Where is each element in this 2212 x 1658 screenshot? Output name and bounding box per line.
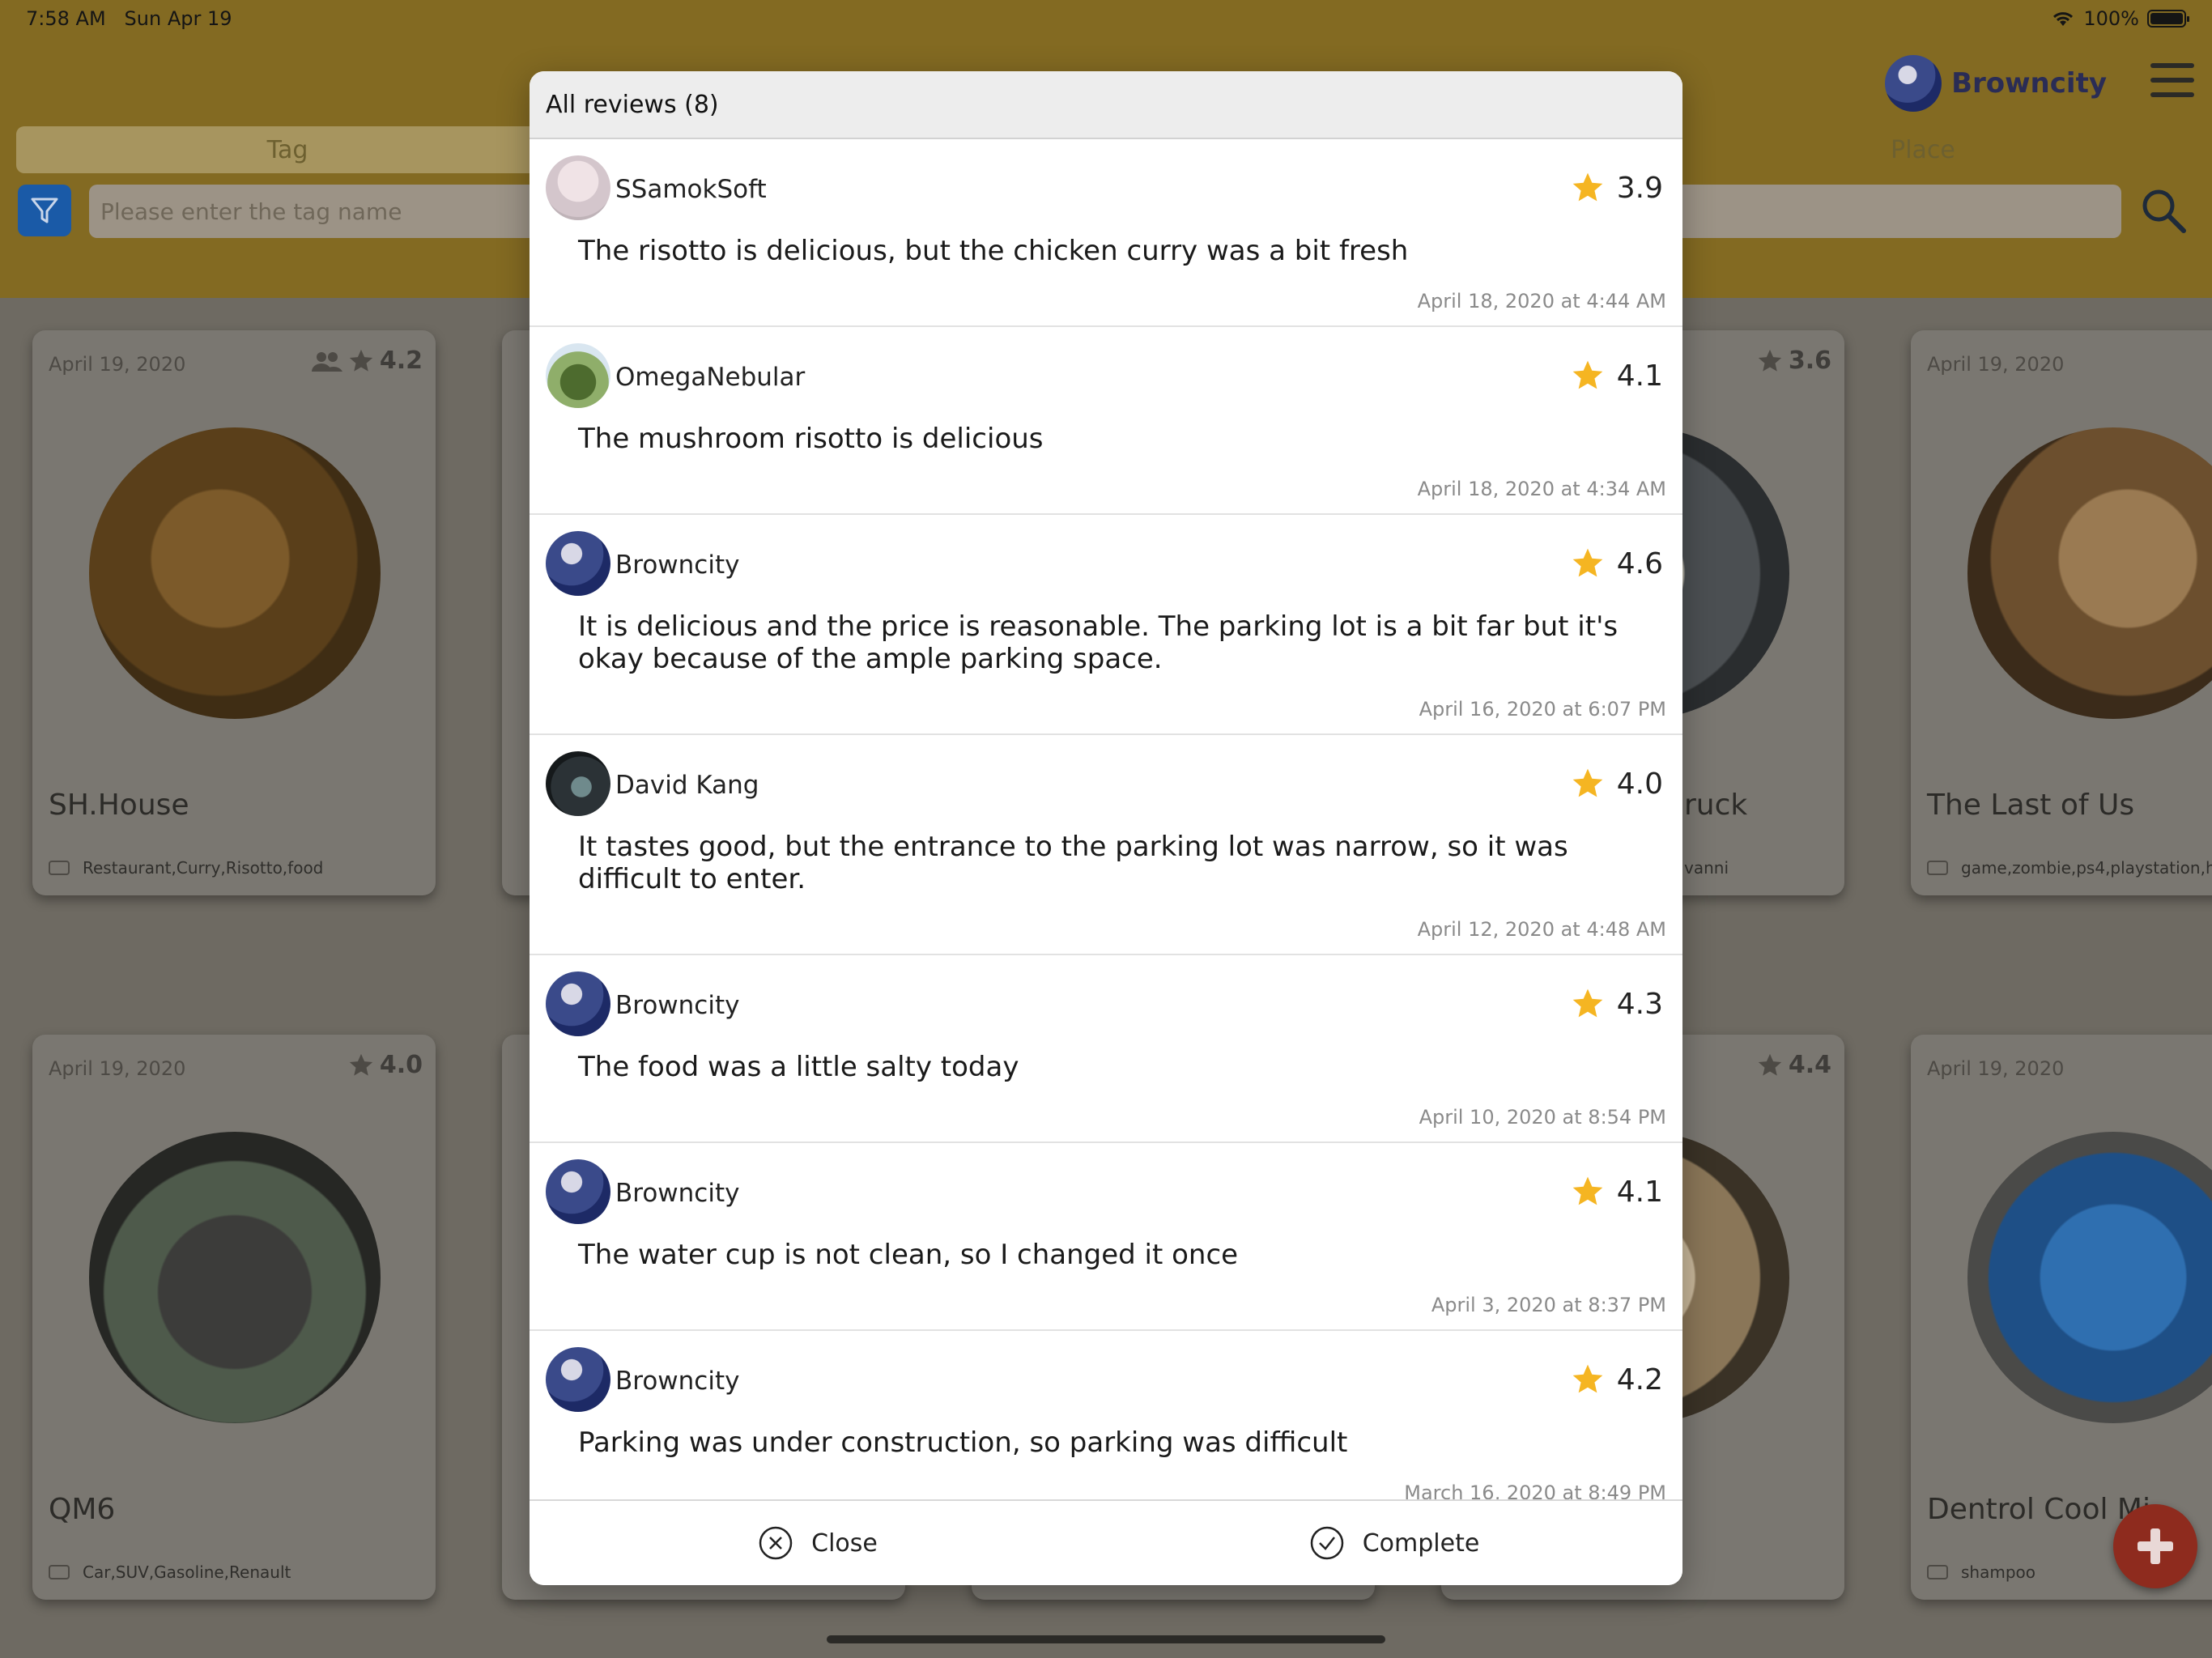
filter-icon xyxy=(31,198,58,223)
star-icon xyxy=(1572,1364,1603,1393)
avatar xyxy=(1885,55,1942,112)
star-icon xyxy=(349,349,373,372)
status-bar: 7:58 AM Sun Apr 19 100% xyxy=(0,0,2212,39)
avatar xyxy=(546,155,610,220)
filter-button[interactable] xyxy=(18,185,71,236)
star-icon xyxy=(1572,172,1603,202)
review-text: The food was a little salty today xyxy=(578,1051,1019,1083)
review-date: April 18, 2020 at 4:44 AM xyxy=(1417,290,1666,312)
star-icon xyxy=(1758,1053,1782,1076)
review-date: April 18, 2020 at 4:34 AM xyxy=(1417,478,1666,500)
close-circle-icon xyxy=(759,1526,793,1560)
complete-button[interactable]: Complete xyxy=(1106,1501,1682,1585)
user-profile[interactable]: Browncity xyxy=(1885,55,2107,112)
battery-percent: 100% xyxy=(2083,7,2139,30)
review-text: It tastes good, but the entrance to the … xyxy=(578,831,1568,895)
review-user: David Kang xyxy=(615,771,759,800)
dialog-footer: Close Complete xyxy=(530,1499,1682,1585)
segment-place[interactable]: Place xyxy=(1619,126,2212,173)
review-text: It is delicious and the price is reasona… xyxy=(578,610,1619,675)
tag-icon xyxy=(1927,1565,1948,1579)
review-user: Browncity xyxy=(615,551,740,580)
avatar xyxy=(546,971,610,1036)
star-icon xyxy=(349,1053,373,1076)
review-date: April 3, 2020 at 8:37 PM xyxy=(1431,1294,1666,1316)
battery-icon xyxy=(2147,10,2189,28)
review-rating: 3.9 xyxy=(1616,171,1663,205)
review-user: SSamokSoft xyxy=(615,175,767,204)
item-card[interactable]: April 19, 2020 The Last of Us game,zombi… xyxy=(1911,330,2212,895)
add-button[interactable] xyxy=(2113,1504,2197,1588)
review-date: April 12, 2020 at 4:48 AM xyxy=(1417,918,1666,941)
wifi-icon xyxy=(2053,12,2074,26)
review-item: Browncity 4.3 The food was a little salt… xyxy=(530,955,1682,1143)
home-indicator xyxy=(827,1635,1385,1643)
review-text: The risotto is delicious, but the chicke… xyxy=(578,235,1409,267)
review-rating: 4.2 xyxy=(1616,1363,1663,1397)
review-rating: 4.1 xyxy=(1616,1175,1663,1209)
close-label: Close xyxy=(811,1528,878,1558)
people-icon xyxy=(311,351,342,372)
item-card[interactable]: April 19, 2020 4.0 QM6 Car,SUV,Gasoline,… xyxy=(32,1035,436,1600)
tag-icon xyxy=(49,861,70,875)
review-rating: 4.0 xyxy=(1616,767,1663,801)
star-icon xyxy=(1758,349,1782,372)
review-item: Browncity 4.6 It is delicious and the pr… xyxy=(530,515,1682,735)
item-card[interactable]: April 19, 2020 4.2 SH.House Restaurant,C… xyxy=(32,330,436,895)
card-image xyxy=(1967,427,2212,719)
review-item: OmegaNebular 4.1 The mushroom risotto is… xyxy=(530,327,1682,515)
segment-tag[interactable]: Tag xyxy=(16,126,559,173)
review-rating: 4.6 xyxy=(1616,546,1663,580)
review-text: The mushroom risotto is delicious xyxy=(578,423,1044,455)
star-icon xyxy=(1572,360,1603,389)
review-item: Browncity 4.1 The water cup is not clean… xyxy=(530,1143,1682,1331)
star-icon xyxy=(1572,768,1603,797)
check-circle-icon xyxy=(1310,1526,1343,1560)
review-text: Parking was under construction, so parki… xyxy=(578,1426,1348,1459)
card-image xyxy=(89,427,381,719)
review-user: OmegaNebular xyxy=(615,363,806,392)
close-button[interactable]: Close xyxy=(530,1501,1106,1585)
review-user: Browncity xyxy=(615,991,740,1020)
search-placeholder: Please enter the tag name xyxy=(100,198,402,225)
star-icon xyxy=(1572,988,1603,1018)
star-icon xyxy=(1572,1176,1603,1205)
tag-icon xyxy=(49,1565,70,1579)
search-icon[interactable] xyxy=(2139,186,2188,235)
tag-icon xyxy=(1927,861,1948,875)
star-icon xyxy=(1572,548,1603,577)
avatar xyxy=(546,1159,610,1224)
avatar xyxy=(546,531,610,596)
status-time: 7:58 AM Sun Apr 19 xyxy=(26,7,232,30)
card-image xyxy=(89,1132,381,1423)
user-name: Browncity xyxy=(1951,67,2107,100)
reviews-dialog: All reviews (8) SSamokSoft 3.9 The risot… xyxy=(530,71,1682,1585)
dialog-title: All reviews (8) xyxy=(530,71,1682,139)
review-user: Browncity xyxy=(615,1179,740,1208)
avatar xyxy=(546,343,610,408)
review-user: Browncity xyxy=(615,1367,740,1396)
review-rating: 4.1 xyxy=(1616,359,1663,393)
review-item: David Kang 4.0 It tastes good, but the e… xyxy=(530,735,1682,955)
complete-label: Complete xyxy=(1362,1528,1480,1558)
review-date: April 16, 2020 at 6:07 PM xyxy=(1419,698,1666,721)
review-date: April 10, 2020 at 8:54 PM xyxy=(1419,1106,1666,1129)
plus-icon xyxy=(2138,1528,2173,1564)
avatar xyxy=(546,751,610,816)
review-rating: 4.3 xyxy=(1616,987,1663,1021)
review-text: The water cup is not clean, so I changed… xyxy=(578,1239,1239,1271)
review-item: Browncity 4.2 Parking was under construc… xyxy=(530,1331,1682,1519)
review-item: SSamokSoft 3.9 The risotto is delicious,… xyxy=(530,139,1682,327)
menu-icon[interactable] xyxy=(2150,63,2194,100)
card-image xyxy=(1967,1132,2212,1423)
avatar xyxy=(546,1347,610,1412)
